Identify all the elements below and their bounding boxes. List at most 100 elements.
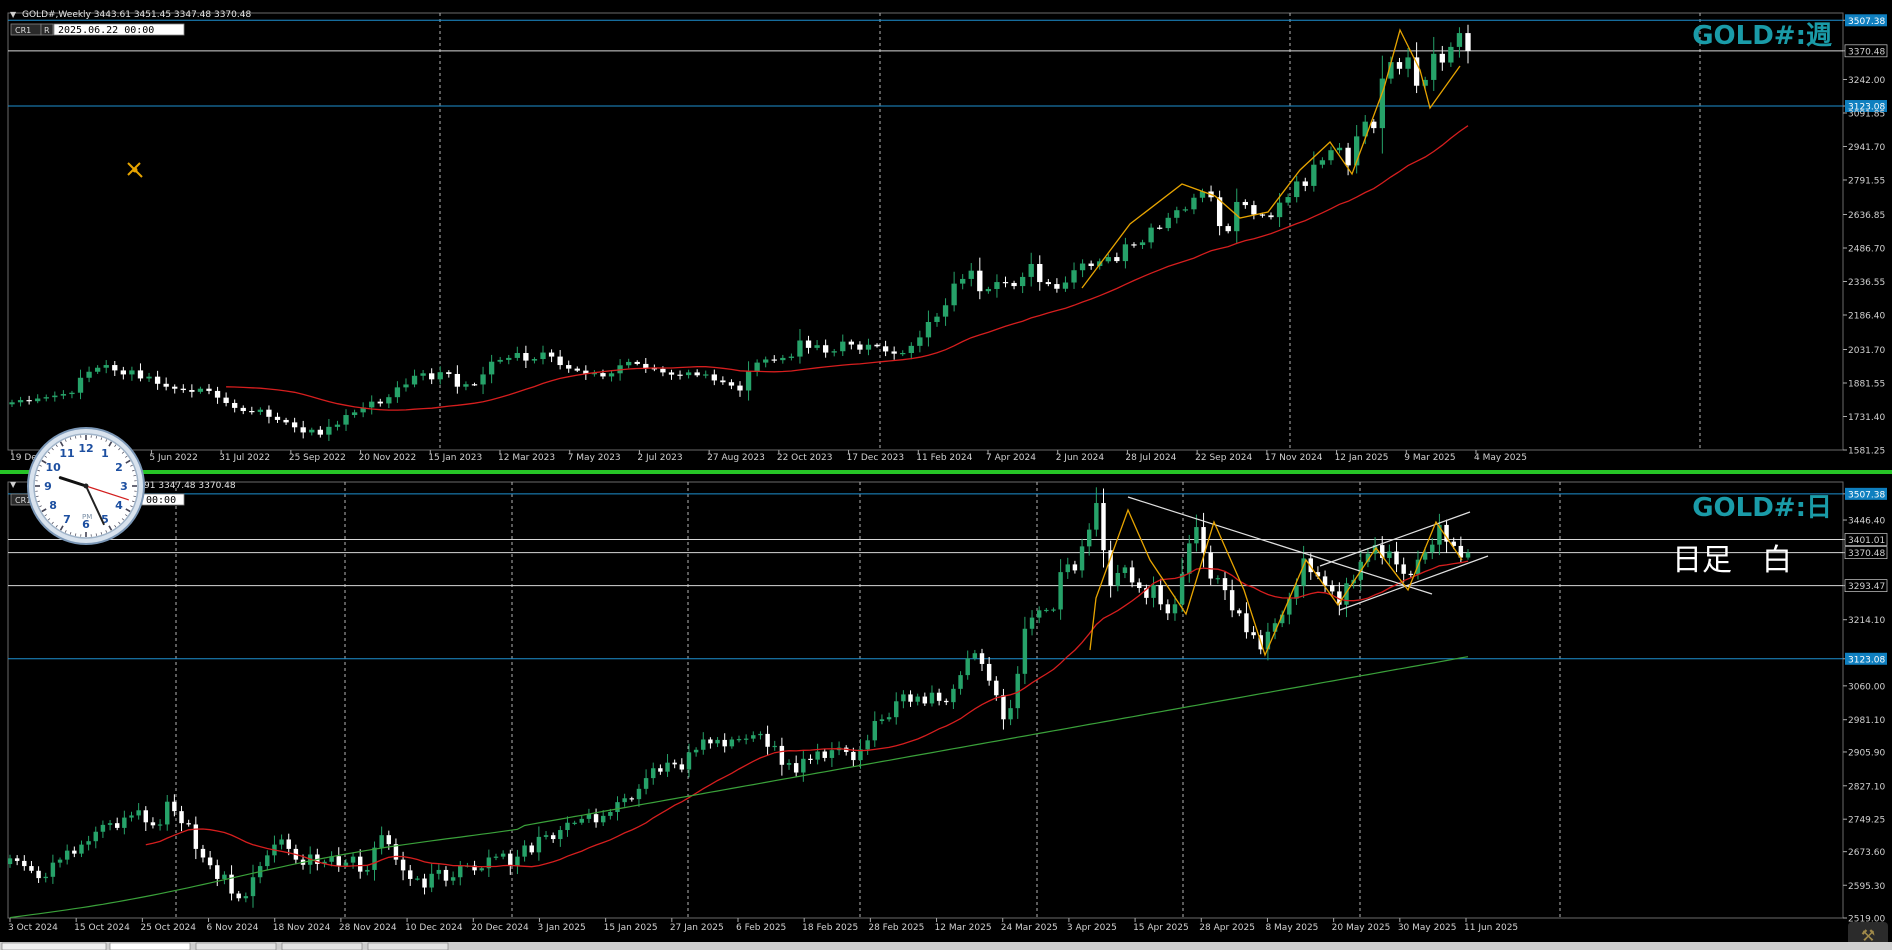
pin-tool-icon[interactable] — [127, 162, 143, 178]
time-tick-label: 25 Oct 2024 — [140, 923, 196, 933]
candle — [114, 817, 120, 831]
top-panel[interactable] — [7, 12, 1844, 451]
candle — [266, 405, 272, 424]
chevron-down-icon[interactable]: ▼ — [10, 10, 17, 19]
candle — [1448, 42, 1454, 67]
candle — [1071, 262, 1077, 289]
price-tick-label: 2827.10 — [1848, 782, 1885, 792]
candle — [1187, 534, 1192, 583]
candle — [450, 871, 456, 886]
candle — [754, 359, 760, 377]
candle — [672, 759, 677, 769]
candle — [801, 750, 806, 782]
time-tick-label: 7 Apr 2024 — [986, 453, 1036, 463]
tab-4[interactable] — [281, 942, 363, 950]
candle — [249, 406, 255, 415]
time-tick-label: 3 Apr 2025 — [1067, 923, 1117, 933]
candle — [722, 733, 727, 753]
candle — [103, 360, 109, 374]
candle — [377, 398, 383, 407]
panel-divider[interactable] — [0, 470, 1892, 474]
clock-number: 4 — [115, 499, 123, 512]
price-tick-label: 1731.40 — [1848, 413, 1885, 423]
clock-number: 9 — [44, 480, 52, 493]
time-tick-label: 3 Oct 2024 — [8, 923, 58, 933]
candle — [701, 732, 706, 755]
candle — [1122, 564, 1128, 579]
candle — [658, 764, 663, 775]
trendline-upper[interactable] — [1127, 496, 1433, 595]
clock-number: 7 — [63, 513, 71, 526]
candle — [180, 384, 186, 393]
candle — [1222, 571, 1228, 600]
candle — [515, 849, 520, 875]
candle — [566, 360, 572, 373]
bottom-watermark: GOLD#:日 — [1692, 493, 1832, 523]
time-tick-label: 6 Nov 2024 — [207, 923, 259, 933]
time-tick-label: 4 May 2025 — [1474, 453, 1527, 463]
candle — [415, 875, 420, 881]
candle — [1179, 557, 1185, 613]
candle — [771, 355, 777, 363]
candle — [685, 369, 692, 379]
candle — [529, 842, 534, 855]
time-tick-label: 17 Dec 2023 — [847, 453, 905, 463]
candle — [1137, 578, 1142, 593]
candle — [22, 855, 27, 871]
tab-3[interactable] — [195, 942, 277, 950]
candle — [1439, 45, 1445, 71]
price-tick-label: 3214.10 — [1848, 616, 1885, 626]
candle — [351, 409, 358, 418]
candle — [86, 835, 91, 851]
candle — [79, 840, 84, 858]
time-tick-label: 5 Jun 2022 — [149, 453, 197, 463]
candle — [934, 312, 940, 327]
candle — [1174, 206, 1180, 224]
time-tick-label: 15 Apr 2025 — [1133, 923, 1189, 933]
candle — [365, 865, 370, 876]
candle — [1045, 278, 1051, 287]
candle — [60, 390, 67, 400]
price-tick-label: 2791.55 — [1848, 176, 1885, 186]
top-date-box[interactable]: 2025.06.22 00:00 — [58, 25, 154, 36]
candle — [886, 712, 892, 722]
clock-widget[interactable]: 12 1234567891011 PM — [27, 427, 145, 545]
chart-canvas[interactable]: 3507.38 3370.48 3242.00 3123.08 3091.85 2941.… — [0, 0, 1892, 950]
chevron-down-icon[interactable]: ▼ — [10, 480, 17, 489]
candle — [915, 693, 920, 706]
candle — [93, 826, 98, 849]
tab-left[interactable] — [1, 942, 107, 950]
bottom-time-box[interactable]: 00:00 — [146, 495, 176, 506]
candle — [408, 864, 413, 886]
candle — [936, 688, 942, 706]
candle — [643, 769, 649, 795]
candle — [1022, 616, 1028, 685]
candle — [243, 892, 249, 903]
candle — [814, 340, 820, 351]
tab-active[interactable] — [109, 942, 191, 950]
top-tag-r[interactable]: R — [44, 26, 50, 35]
candle — [471, 382, 478, 386]
candle — [488, 354, 495, 384]
candle — [665, 754, 670, 777]
top-tag-cr[interactable]: CR1 — [15, 26, 31, 35]
time-tick-label: 8 May 2025 — [1265, 923, 1318, 933]
candle — [422, 873, 427, 895]
candle — [865, 734, 870, 755]
tab-5[interactable] — [367, 942, 449, 950]
candle — [514, 346, 520, 361]
candle — [1002, 276, 1009, 288]
bottom-note: 日足 白 — [1672, 543, 1792, 578]
candle — [232, 399, 238, 413]
candle — [189, 384, 195, 398]
candle — [369, 395, 375, 415]
candle — [1086, 523, 1092, 556]
candle — [14, 855, 20, 866]
candle — [626, 358, 632, 369]
time-tick-label: 18 Nov 2024 — [273, 923, 331, 933]
candle — [1036, 606, 1042, 624]
candle — [686, 743, 692, 778]
candle — [1216, 190, 1223, 236]
zigzag-line — [1089, 508, 1463, 657]
candle — [908, 690, 913, 707]
